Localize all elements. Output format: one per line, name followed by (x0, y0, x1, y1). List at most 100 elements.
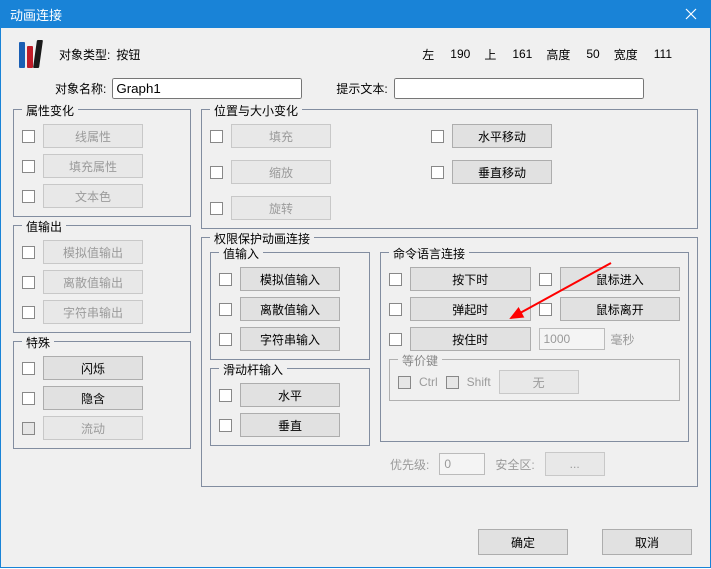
top-value: 161 (512, 47, 532, 61)
analog-out-checkbox[interactable] (22, 246, 35, 259)
rotate-button[interactable]: 旋转 (231, 196, 331, 220)
hold-checkbox[interactable] (389, 333, 402, 346)
header-row2: 对象名称: 提示文本: (55, 78, 698, 99)
slider-vert-button[interactable]: 垂直 (240, 413, 340, 437)
group-value-in: 值输入 模拟值输入 离散值输入 字符串输入 (210, 252, 370, 360)
hmove-button[interactable]: 水平移动 (452, 124, 552, 148)
fill-attr-button[interactable]: 填充属性 (43, 154, 143, 178)
scale-checkbox[interactable] (210, 166, 223, 179)
interval-input (539, 328, 605, 350)
mousein-checkbox[interactable] (539, 273, 552, 286)
slider-horiz-checkbox[interactable] (219, 389, 232, 402)
objname-input[interactable] (112, 78, 302, 99)
analog-out-button[interactable]: 模拟值输出 (43, 240, 143, 264)
header-row1: 对象类型: 按钮 左 190 上 161 高度 50 宽度 111 (13, 36, 698, 72)
rotate-checkbox[interactable] (210, 202, 223, 215)
hide-button[interactable]: 隐含 (43, 386, 143, 410)
flow-button: 流动 (43, 416, 143, 440)
string-out-button[interactable]: 字符串输出 (43, 300, 143, 324)
shift-label: Shift (467, 375, 491, 389)
string-out-checkbox[interactable] (22, 306, 35, 319)
discrete-out-checkbox[interactable] (22, 276, 35, 289)
attr-change-legend: 属性变化 (22, 102, 78, 119)
height-label: 高度 (546, 46, 570, 63)
cancel-button[interactable]: 取消 (602, 529, 692, 555)
special-legend: 特殊 (22, 334, 54, 351)
tiptext-label: 提示文本: (336, 80, 387, 97)
value-out-legend: 值输出 (22, 218, 66, 235)
titlebar: 动画连接 (0, 0, 711, 28)
group-value-out: 值输出 模拟值输出 离散值输出 字符串输出 (13, 225, 191, 333)
objname-label: 对象名称: (55, 80, 106, 97)
text-color-button[interactable]: 文本色 (43, 184, 143, 208)
ctrl-label: Ctrl (419, 375, 438, 389)
left-value: 190 (450, 47, 470, 61)
window-body: 对象类型: 按钮 左 190 上 161 高度 50 宽度 111 对象名称: … (0, 28, 711, 568)
group-cmd: 命令语言连接 按下时 鼠标进入 弹起时 鼠标离开 (380, 252, 689, 442)
priority-label: 优先级: (390, 456, 429, 473)
books-icon (13, 36, 49, 72)
line-attr-checkbox[interactable] (22, 130, 35, 143)
slider-vert-checkbox[interactable] (219, 419, 232, 432)
string-in-checkbox[interactable] (219, 333, 232, 346)
equiv-key-button: 无 (499, 370, 579, 394)
string-in-button[interactable]: 字符串输入 (240, 327, 340, 351)
ctrl-checkbox (398, 376, 411, 389)
mouseout-button[interactable]: 鼠标离开 (560, 297, 681, 321)
blink-checkbox[interactable] (22, 362, 35, 375)
analog-in-button[interactable]: 模拟值输入 (240, 267, 340, 291)
vmove-button[interactable]: 垂直移动 (452, 160, 552, 184)
tiptext-input[interactable] (394, 78, 644, 99)
mousein-button[interactable]: 鼠标进入 (560, 267, 681, 291)
objtype-value: 按钮 (116, 46, 196, 63)
width-value: 111 (654, 47, 672, 61)
blink-button[interactable]: 闪烁 (43, 356, 143, 380)
release-checkbox[interactable] (389, 303, 402, 316)
slider-legend: 滑动杆输入 (219, 361, 287, 378)
window-title: 动画连接 (10, 5, 62, 24)
scale-button[interactable]: 缩放 (231, 160, 331, 184)
width-label: 宽度 (614, 46, 638, 63)
objtype-label: 对象类型: (59, 46, 110, 63)
vmove-checkbox[interactable] (431, 166, 444, 179)
shift-checkbox (446, 376, 459, 389)
text-color-checkbox[interactable] (22, 190, 35, 203)
group-permission: 权限保护动画连接 值输入 模拟值输入 离散值输入 (201, 237, 698, 487)
discrete-in-button[interactable]: 离散值输入 (240, 297, 340, 321)
group-attr-change: 属性变化 线属性 填充属性 文本色 (13, 109, 191, 217)
dimensions: 左 190 上 161 高度 50 宽度 111 (422, 46, 672, 63)
close-button[interactable] (671, 0, 711, 28)
mouseout-checkbox[interactable] (539, 303, 552, 316)
press-checkbox[interactable] (389, 273, 402, 286)
pos-size-legend: 位置与大小变化 (210, 102, 302, 119)
hold-button[interactable]: 按住时 (410, 327, 531, 351)
equiv-legend: 等价键 (398, 352, 442, 369)
hmove-checkbox[interactable] (431, 130, 444, 143)
cmd-legend: 命令语言连接 (389, 245, 469, 262)
left-label: 左 (422, 46, 434, 63)
interval-unit: 毫秒 (611, 331, 635, 348)
group-special: 特殊 闪烁 隐含 流动 (13, 341, 191, 449)
press-button[interactable]: 按下时 (410, 267, 531, 291)
top-label: 上 (484, 46, 496, 63)
hide-checkbox[interactable] (22, 392, 35, 405)
fill-checkbox[interactable] (210, 130, 223, 143)
analog-in-checkbox[interactable] (219, 273, 232, 286)
secarea-button: ... (545, 452, 605, 476)
height-value: 50 (586, 47, 599, 61)
fill-button[interactable]: 填充 (231, 124, 331, 148)
group-equiv: 等价键 Ctrl Shift 无 (389, 359, 680, 401)
group-slider: 滑动杆输入 水平 垂直 (210, 368, 370, 446)
fill-attr-checkbox[interactable] (22, 160, 35, 173)
slider-horiz-button[interactable]: 水平 (240, 383, 340, 407)
line-attr-button[interactable]: 线属性 (43, 124, 143, 148)
value-in-legend: 值输入 (219, 245, 263, 262)
discrete-in-checkbox[interactable] (219, 303, 232, 316)
group-pos-size: 位置与大小变化 填充 缩放 旋转 (201, 109, 698, 229)
release-button[interactable]: 弹起时 (410, 297, 531, 321)
ok-button[interactable]: 确定 (478, 529, 568, 555)
secarea-label: 安全区: (495, 456, 534, 473)
priority-input (439, 453, 485, 475)
flow-checkbox (22, 422, 35, 435)
discrete-out-button[interactable]: 离散值输出 (43, 270, 143, 294)
